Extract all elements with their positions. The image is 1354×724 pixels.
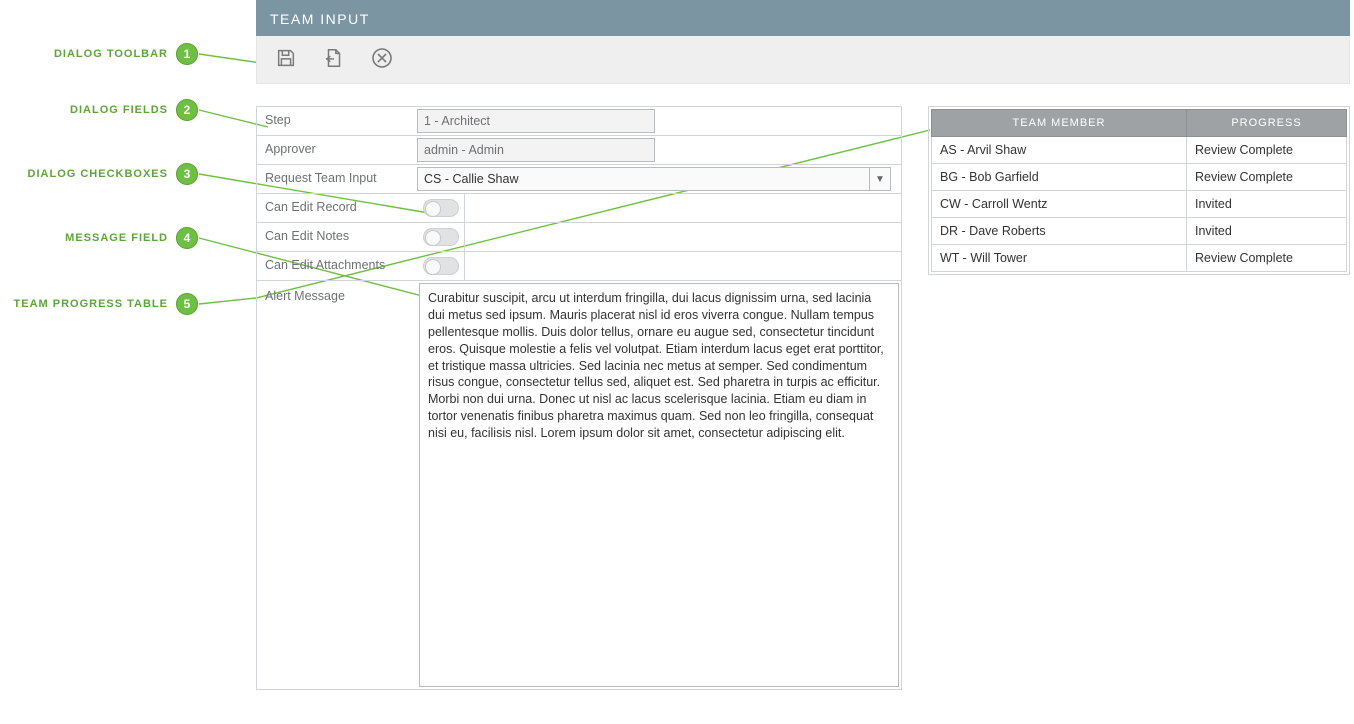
callout-label-3: DIALOG CHECKBOXES: [28, 168, 168, 180]
callout-label-4: MESSAGE FIELD: [65, 232, 168, 244]
cell-team-member: BG - Bob Garfield: [932, 164, 1187, 191]
export-icon: [323, 47, 345, 72]
cancel-button[interactable]: [359, 40, 405, 79]
request-team-input-select[interactable]: [417, 167, 891, 191]
table-row[interactable]: AS - Arvil ShawReview Complete: [932, 137, 1347, 164]
approver-label: Approver: [257, 136, 417, 164]
callout-badge-1: 1: [176, 43, 198, 65]
step-field: [417, 109, 655, 133]
approver-field: [417, 138, 655, 162]
edit-attachments-label: Can Edit Attachments: [257, 252, 417, 280]
cell-progress: Invited: [1187, 218, 1347, 245]
edit-notes-label: Can Edit Notes: [257, 223, 417, 251]
callout-label-2: DIALOG FIELDS: [70, 104, 168, 116]
request-label: Request Team Input: [257, 165, 417, 193]
alert-message-field[interactable]: [419, 283, 899, 687]
cell-progress: Review Complete: [1187, 164, 1347, 191]
dialog-toolbar: [256, 36, 1350, 84]
edit-notes-toggle[interactable]: [423, 228, 459, 246]
cell-progress: Review Complete: [1187, 137, 1347, 164]
panel-title: TEAM INPUT: [256, 0, 1350, 36]
table-row[interactable]: BG - Bob GarfieldReview Complete: [932, 164, 1347, 191]
cell-team-member: WT - Will Tower: [932, 245, 1187, 272]
th-team-member: TEAM MEMBER: [932, 110, 1187, 137]
cell-team-member: CW - Carroll Wentz: [932, 191, 1187, 218]
callout-label-5: TEAM PROGRESS TABLE: [14, 298, 168, 310]
cell-team-member: DR - Dave Roberts: [932, 218, 1187, 245]
save-icon: [275, 47, 297, 72]
alert-message-label: Alert Message: [257, 281, 417, 303]
cell-progress: Invited: [1187, 191, 1347, 218]
edit-attachments-toggle[interactable]: [423, 257, 459, 275]
edit-record-toggle[interactable]: [423, 199, 459, 217]
callout-badge-4: 4: [176, 227, 198, 249]
step-label: Step: [257, 107, 417, 135]
cell-team-member: AS - Arvil Shaw: [932, 137, 1187, 164]
th-progress: PROGRESS: [1187, 110, 1347, 137]
team-progress-table: TEAM MEMBER PROGRESS AS - Arvil ShawRevi…: [928, 106, 1350, 275]
dialog-fields: Step Approver Request Team Input: [256, 106, 902, 690]
team-input-panel: TEAM INPUT Step: [256, 0, 1350, 724]
table-row[interactable]: WT - Will TowerReview Complete: [932, 245, 1347, 272]
table-row[interactable]: DR - Dave RobertsInvited: [932, 218, 1347, 245]
callout-badge-2: 2: [176, 99, 198, 121]
callout-badge-3: 3: [176, 163, 198, 185]
callout-label-1: DIALOG TOOLBAR: [54, 48, 168, 60]
cell-progress: Review Complete: [1187, 245, 1347, 272]
callout-badge-5: 5: [176, 293, 198, 315]
chevron-down-icon[interactable]: ▼: [869, 167, 891, 191]
export-button[interactable]: [311, 40, 357, 79]
cancel-icon: [370, 46, 394, 73]
edit-record-label: Can Edit Record: [257, 194, 417, 222]
save-button[interactable]: [263, 40, 309, 79]
table-row[interactable]: CW - Carroll WentzInvited: [932, 191, 1347, 218]
